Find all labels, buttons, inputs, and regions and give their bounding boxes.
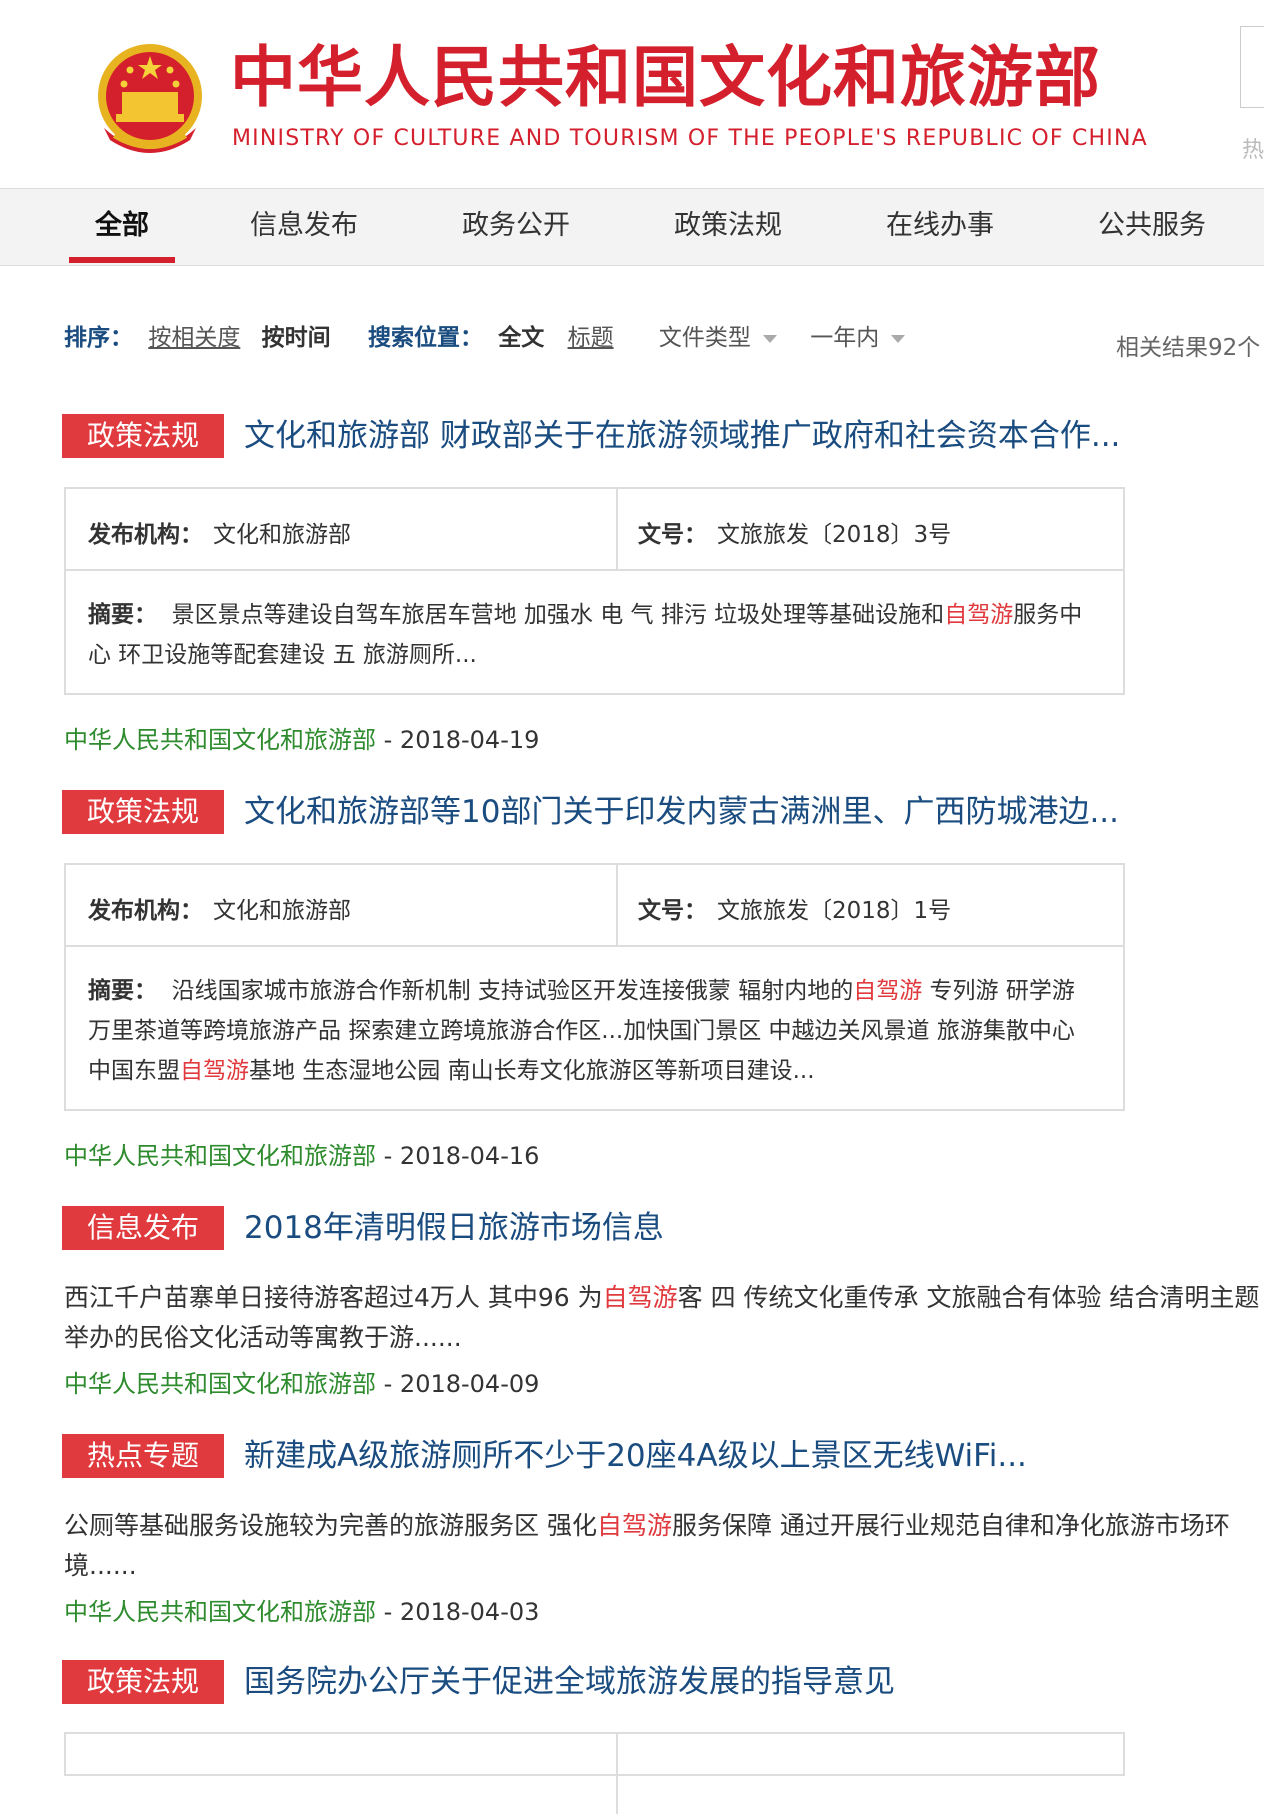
category-tag[interactable]: 政策法规	[62, 414, 224, 458]
nav-tab-gov-affairs[interactable]: 政务公开	[456, 189, 576, 265]
result-detail-box: 发布机构： 文化和旅游部 文号： 文旅旅发〔2018〕1号 摘要： 沿线国家城市旅游…	[64, 863, 1125, 1111]
keyword-highlight: 自驾游	[180, 1058, 249, 1084]
doc-number: 文号： 文旅旅发〔2018〕1号	[638, 898, 952, 924]
result-title-link[interactable]: 文化和旅游部 财政部关于在旅游领域推广政府和社会资本合作...	[244, 414, 1120, 458]
divider	[616, 489, 618, 569]
hot-search-label: 热	[1242, 138, 1264, 163]
keyword-highlight: 自驾游	[602, 1283, 678, 1312]
site-title: 中华人民共和国文化和旅游部	[230, 39, 1101, 116]
source-link[interactable]: 中华人民共和国文化和旅游部	[64, 1370, 376, 1398]
chevron-down-icon	[891, 334, 906, 343]
nav-tab-public-service[interactable]: 公共服务	[1092, 189, 1212, 265]
sort-by-time[interactable]: 按时间	[262, 325, 331, 351]
publish-date: - 2018-04-16	[376, 1142, 540, 1170]
divider	[616, 865, 618, 945]
search-position-fulltext[interactable]: 全文	[498, 325, 544, 351]
site-subtitle: MINISTRY OF CULTURE AND TOURISM OF THE P…	[232, 126, 1148, 151]
filter-bar: 排序： 按相关度 按时间 搜索位置： 全文 标题 文件类型 一年内	[64, 318, 906, 352]
search-input[interactable]	[1240, 26, 1264, 108]
publisher: 发布机构： 文化和旅游部	[88, 898, 351, 924]
nav-tab-policy[interactable]: 政策法规	[668, 189, 788, 265]
source-link[interactable]: 中华人民共和国文化和旅游部	[64, 1142, 376, 1170]
keyword-highlight: 自驾游	[853, 978, 923, 1004]
result-source: 中华人民共和国文化和旅游部 - 2018-04-09	[64, 1364, 539, 1399]
search-position-label: 搜索位置：	[367, 325, 483, 351]
sort-label: 排序：	[64, 325, 133, 351]
result-title-link[interactable]: 2018年清明假日旅游市场信息	[244, 1206, 664, 1250]
publish-date: - 2018-04-03	[376, 1598, 540, 1626]
result-detail-box	[64, 1732, 1125, 1814]
result-count: 相关结果92个	[1116, 335, 1261, 361]
result-snippet: 公厕等基础服务设施较为完善的旅游服务区 强化自驾游服务保障 通过开展行业规范自律…	[64, 1511, 1230, 1580]
category-tag[interactable]: 政策法规	[62, 1660, 224, 1704]
divider	[616, 1734, 618, 1814]
publish-date: - 2018-04-09	[376, 1370, 540, 1398]
search-position-title[interactable]: 标题	[568, 325, 614, 351]
result-title-link[interactable]: 新建成A级旅游厕所不少于20座4A级以上景区无线WiFi...	[244, 1434, 1027, 1478]
active-tab-indicator	[69, 257, 175, 263]
filetype-label: 文件类型	[658, 325, 751, 351]
category-tag[interactable]: 政策法规	[62, 790, 224, 834]
category-tag[interactable]: 热点专题	[62, 1434, 224, 1478]
result-title-link[interactable]: 国务院办公厅关于促进全域旅游发展的指导意见	[244, 1660, 895, 1704]
meta-row: 发布机构： 文化和旅游部 文号： 文旅旅发〔2018〕3号	[66, 489, 1123, 571]
keyword-highlight: 自驾游	[596, 1511, 672, 1540]
result-source: 中华人民共和国文化和旅游部 - 2018-04-19	[64, 720, 539, 755]
meta-row: 发布机构： 文化和旅游部 文号： 文旅旅发〔2018〕1号	[66, 865, 1123, 947]
keyword-highlight: 自驾游	[944, 602, 1014, 628]
filetype-dropdown[interactable]: 文件类型	[659, 325, 777, 351]
result-source: 中华人民共和国文化和旅游部 - 2018-04-16	[64, 1136, 539, 1171]
chevron-down-icon	[762, 334, 777, 343]
main-nav: 全部 信息发布 政务公开 政策法规 在线办事 公共服务	[0, 189, 1264, 266]
nav-tab-info-release[interactable]: 信息发布	[244, 189, 364, 265]
summary: 摘要： 景区景点等建设自驾车旅居车营地 加强水 电 气 排污 垃圾处理等基础设施…	[88, 602, 1083, 668]
source-link[interactable]: 中华人民共和国文化和旅游部	[64, 1598, 376, 1626]
summary: 摘要： 沿线国家城市旅游合作新机制 支持试验区开发连接俄蒙 辐射内地的自驾游 专…	[88, 978, 1075, 1084]
site-header: 中华人民共和国文化和旅游部 MINISTRY OF CULTURE AND TO…	[0, 0, 1264, 189]
national-emblem-icon	[98, 44, 202, 153]
category-tag[interactable]: 信息发布	[62, 1206, 224, 1250]
publisher: 发布机构： 文化和旅游部	[88, 522, 351, 548]
result-title-link[interactable]: 文化和旅游部等10部门关于印发内蒙古满洲里、广西防城港边...	[244, 790, 1119, 834]
nav-tab-all[interactable]: 全部	[72, 189, 172, 265]
source-link[interactable]: 中华人民共和国文化和旅游部	[64, 726, 376, 754]
publish-date: - 2018-04-19	[376, 726, 540, 754]
doc-number: 文号： 文旅旅发〔2018〕3号	[638, 522, 952, 548]
result-source: 中华人民共和国文化和旅游部 - 2018-04-03	[64, 1592, 539, 1627]
timerange-label: 一年内	[810, 325, 880, 351]
result-snippet: 西江千户苗寨单日接待游客超过4万人 其中96 为自驾游客 四 传统文化重传承 文…	[64, 1283, 1260, 1352]
sort-by-relevance[interactable]: 按相关度	[148, 325, 240, 351]
nav-tab-online-service[interactable]: 在线办事	[880, 189, 1000, 265]
timerange-dropdown[interactable]: 一年内	[810, 325, 906, 351]
result-detail-box: 发布机构： 文化和旅游部 文号： 文旅旅发〔2018〕3号 摘要： 景区景点等建设自…	[64, 487, 1125, 695]
